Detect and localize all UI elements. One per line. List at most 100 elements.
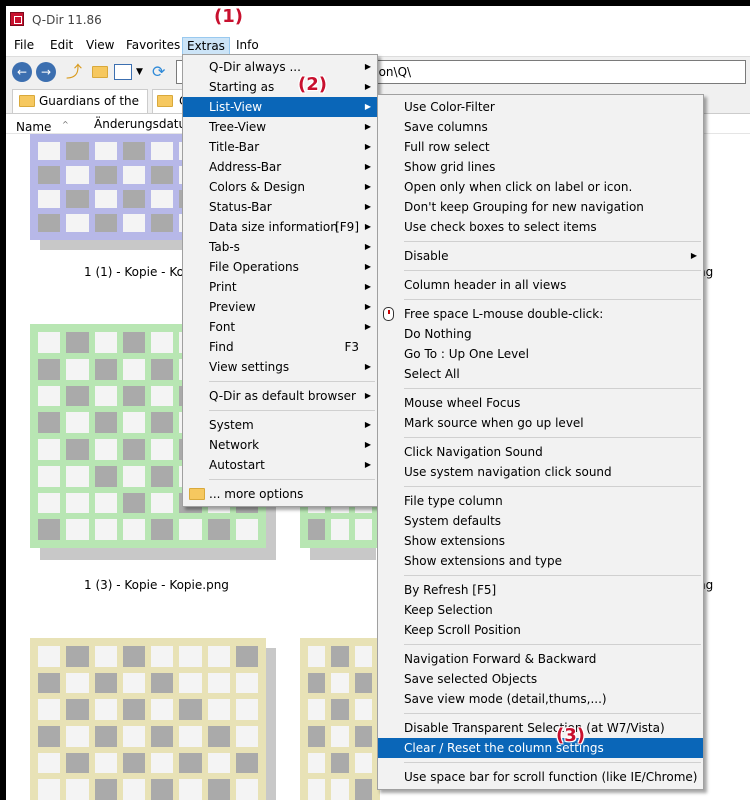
menu-item-label: Don't keep Grouping for new navigation — [404, 200, 644, 214]
menu-separator — [404, 644, 701, 645]
menu-item-label: Mouse wheel Focus — [404, 396, 521, 410]
tab-guardians[interactable]: Guardians of the ... — [12, 89, 148, 130]
menu-item-navigation-forward-backward[interactable]: Navigation Forward & Backward — [378, 649, 703, 669]
menu-item-mouse-wheel-focus[interactable]: Mouse wheel Focus — [378, 393, 703, 413]
submenu-arrow-icon: ▶ — [364, 262, 371, 271]
menu-edit[interactable]: Edit — [46, 37, 77, 55]
menu-item-print[interactable]: Print ▶ — [183, 277, 377, 297]
menu-separator — [209, 381, 375, 382]
submenu-arrow-icon: ▶ — [364, 62, 371, 71]
menu-item-mark-source-when-go-up-level[interactable]: Mark source when go up level — [378, 413, 703, 433]
menu-info[interactable]: Info — [232, 37, 263, 55]
menu-item-address-bar[interactable]: Address-Bar ▶ — [183, 157, 377, 177]
menu-item-more-options[interactable]: ... more options — [183, 484, 377, 504]
menu-item-starting-as[interactable]: Starting as ▶ — [183, 77, 377, 97]
menu-item-find[interactable]: Find F3 — [183, 337, 377, 357]
menu-bar: File Edit View Favorites Extras Info — [6, 34, 750, 56]
menu-item-label: Free space L-mouse double-click: — [404, 307, 604, 321]
menu-item-keep-selection[interactable]: Keep Selection — [378, 600, 703, 620]
menu-file[interactable]: File — [10, 37, 38, 55]
view-mode-icon[interactable] — [114, 64, 132, 80]
menu-item-save-columns[interactable]: Save columns — [378, 117, 703, 137]
menu-item-title-bar[interactable]: Title-Bar ▶ — [183, 137, 377, 157]
menu-separator — [404, 388, 701, 389]
menu-item-disable-transparent-selection-at-w7-vista[interactable]: Disable Transparent Selection (at W7/Vis… — [378, 718, 703, 738]
up-folder-icon[interactable]: ⤴ — [66, 62, 86, 82]
menu-item-full-row-select[interactable]: Full row select — [378, 137, 703, 157]
submenu-arrow-icon: ▶ — [364, 391, 371, 400]
menu-item-use-system-navigation-click-sound[interactable]: Use system navigation click sound — [378, 462, 703, 482]
menu-item-tab-s[interactable]: Tab-s ▶ — [183, 237, 377, 257]
menu-item-column-header-in-all-views[interactable]: Column header in all views — [378, 275, 703, 295]
menu-item-label: Keep Selection — [404, 603, 493, 617]
menu-favorites[interactable]: Favorites — [122, 37, 184, 55]
menu-item-clear-reset-the-column-settings[interactable]: Clear / Reset the column settings — [378, 738, 703, 758]
menu-item-use-check-boxes-to-select-items[interactable]: Use check boxes to select items — [378, 217, 703, 237]
menu-item-go-to-up-one-level[interactable]: Go To : Up One Level — [378, 344, 703, 364]
menu-item-q-dir-always[interactable]: Q-Dir always ... ▶ — [183, 57, 377, 77]
menu-item-preview[interactable]: Preview ▶ — [183, 297, 377, 317]
new-folder-icon[interactable] — [90, 62, 110, 82]
file-label[interactable]: 1 (3) - Kopie - Kopie.png — [84, 578, 229, 592]
menu-item-label: Save view mode (detail,thums,...) — [404, 692, 607, 706]
menu-item-disable[interactable]: Disable ▶ — [378, 246, 703, 266]
menu-item-network[interactable]: Network ▶ — [183, 435, 377, 455]
menu-item-label: Print — [209, 280, 237, 294]
menu-item-label: Font — [209, 320, 236, 334]
menu-item-show-grid-lines[interactable]: Show grid lines — [378, 157, 703, 177]
menu-item-font[interactable]: Font ▶ — [183, 317, 377, 337]
menu-item-status-bar[interactable]: Status-Bar ▶ — [183, 197, 377, 217]
menu-item-list-view[interactable]: List-View ▶ — [183, 97, 377, 117]
menu-item-tree-view[interactable]: Tree-View ▶ — [183, 117, 377, 137]
title-bar: Q-Dir 11.86 — [6, 6, 750, 34]
menu-item-colors-design[interactable]: Colors & Design ▶ — [183, 177, 377, 197]
submenu-arrow-icon: ▶ — [364, 420, 371, 429]
submenu-arrow-icon: ▶ — [364, 142, 371, 151]
menu-item-do-nothing[interactable]: Do Nothing — [378, 324, 703, 344]
refresh-icon[interactable]: ⟳ — [152, 62, 172, 82]
menu-item-autostart[interactable]: Autostart ▶ — [183, 455, 377, 475]
menu-item-label: List-View — [209, 100, 263, 114]
forward-icon[interactable]: → — [36, 62, 56, 82]
submenu-arrow-icon: ▶ — [364, 82, 371, 91]
menu-item-use-color-filter[interactable]: Use Color-Filter — [378, 97, 703, 117]
back-icon[interactable]: ← — [12, 62, 32, 82]
menu-item-label: Open only when click on label or icon. — [404, 180, 633, 194]
menu-item-label: Show grid lines — [404, 160, 496, 174]
menu-item-free-space-l-mouse-double-click[interactable]: Free space L-mouse double-click: — [378, 304, 703, 324]
menu-item-show-extensions[interactable]: Show extensions — [378, 531, 703, 551]
submenu-arrow-icon: ▶ — [364, 322, 371, 331]
annotation-step-1: (1) — [214, 6, 243, 27]
submenu-arrow-icon: ▶ — [364, 102, 371, 111]
menu-item-open-only-when-click-on-label-or-icon[interactable]: Open only when click on label or icon. — [378, 177, 703, 197]
menu-item-save-view-mode-detail-thums[interactable]: Save view mode (detail,thums,...) — [378, 689, 703, 709]
menu-item-label: View settings — [209, 360, 290, 374]
menu-item-keep-scroll-position[interactable]: Keep Scroll Position — [378, 620, 703, 640]
menu-view[interactable]: View — [82, 37, 118, 55]
menu-item-click-navigation-sound[interactable]: Click Navigation Sound — [378, 442, 703, 462]
file-thumbnail[interactable] — [296, 634, 380, 800]
menu-item-show-extensions-and-type[interactable]: Show extensions and type — [378, 551, 703, 571]
menu-item-save-selected-objects[interactable]: Save selected Objects — [378, 669, 703, 689]
menu-item-data-size-information[interactable]: Data size information [F9] ▶ — [183, 217, 377, 237]
menu-item-select-all[interactable]: Select All — [378, 364, 703, 384]
menu-item-q-dir-as-default-browser[interactable]: Q-Dir as default browser ▶ — [183, 386, 377, 406]
menu-item-view-settings[interactable]: View settings ▶ — [183, 357, 377, 377]
menu-item-label: By Refresh [F5] — [404, 583, 497, 597]
submenu-arrow-icon: ▶ — [690, 251, 697, 260]
menu-separator — [209, 410, 375, 411]
menu-item-label: Column header in all views — [404, 278, 567, 292]
menu-item-label: Show extensions — [404, 534, 505, 548]
file-thumbnail[interactable] — [26, 634, 276, 800]
menu-item-don-t-keep-grouping-for-new-navigation[interactable]: Don't keep Grouping for new navigation — [378, 197, 703, 217]
menu-item-system[interactable]: System ▶ — [183, 415, 377, 435]
menu-item-use-space-bar-for-scroll-function-like-ie-chrome[interactable]: Use space bar for scroll function (like … — [378, 767, 703, 787]
menu-item-system-defaults[interactable]: System defaults — [378, 511, 703, 531]
menu-item-label: Title-Bar — [209, 140, 260, 154]
menu-extras[interactable]: Extras — [182, 37, 230, 55]
menu-item-file-operations[interactable]: File Operations ▶ — [183, 257, 377, 277]
menu-item-file-type-column[interactable]: File type column — [378, 491, 703, 511]
menu-separator — [404, 575, 701, 576]
menu-item-label: Select All — [404, 367, 460, 381]
menu-item-by-refresh-f5[interactable]: By Refresh [F5] — [378, 580, 703, 600]
